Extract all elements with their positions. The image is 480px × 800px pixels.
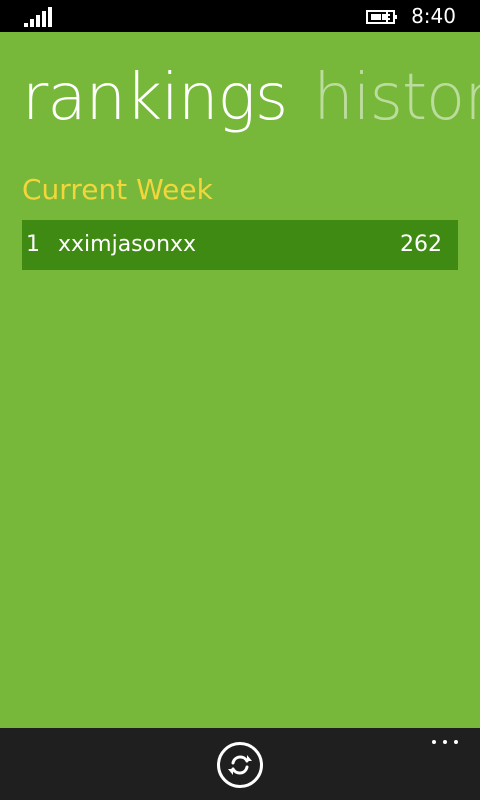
signal-strength-icon (24, 7, 54, 27)
player-name: xximjasonxx (58, 232, 197, 257)
player-score: 262 (400, 232, 442, 257)
pivot-item-history[interactable]: histor (313, 56, 480, 140)
pivot-item-rankings[interactable]: rankings (22, 56, 288, 140)
rank-number: 1 (26, 232, 40, 257)
clock: 8:40 (411, 4, 456, 28)
app-bar (0, 728, 480, 800)
battery-charging-icon (366, 8, 400, 26)
refresh-button[interactable] (217, 742, 263, 788)
refresh-icon (228, 755, 252, 775)
status-bar: 8:40 (0, 0, 480, 32)
pivot-header: rankings histor (22, 56, 480, 140)
more-dots-icon[interactable] (430, 736, 460, 750)
app-content: rankings histor Current Week 1 xximjasonx… (0, 32, 480, 728)
ranking-row[interactable]: 1 xximjasonxx 262 (22, 220, 458, 270)
current-week-title: Current Week (22, 173, 213, 206)
